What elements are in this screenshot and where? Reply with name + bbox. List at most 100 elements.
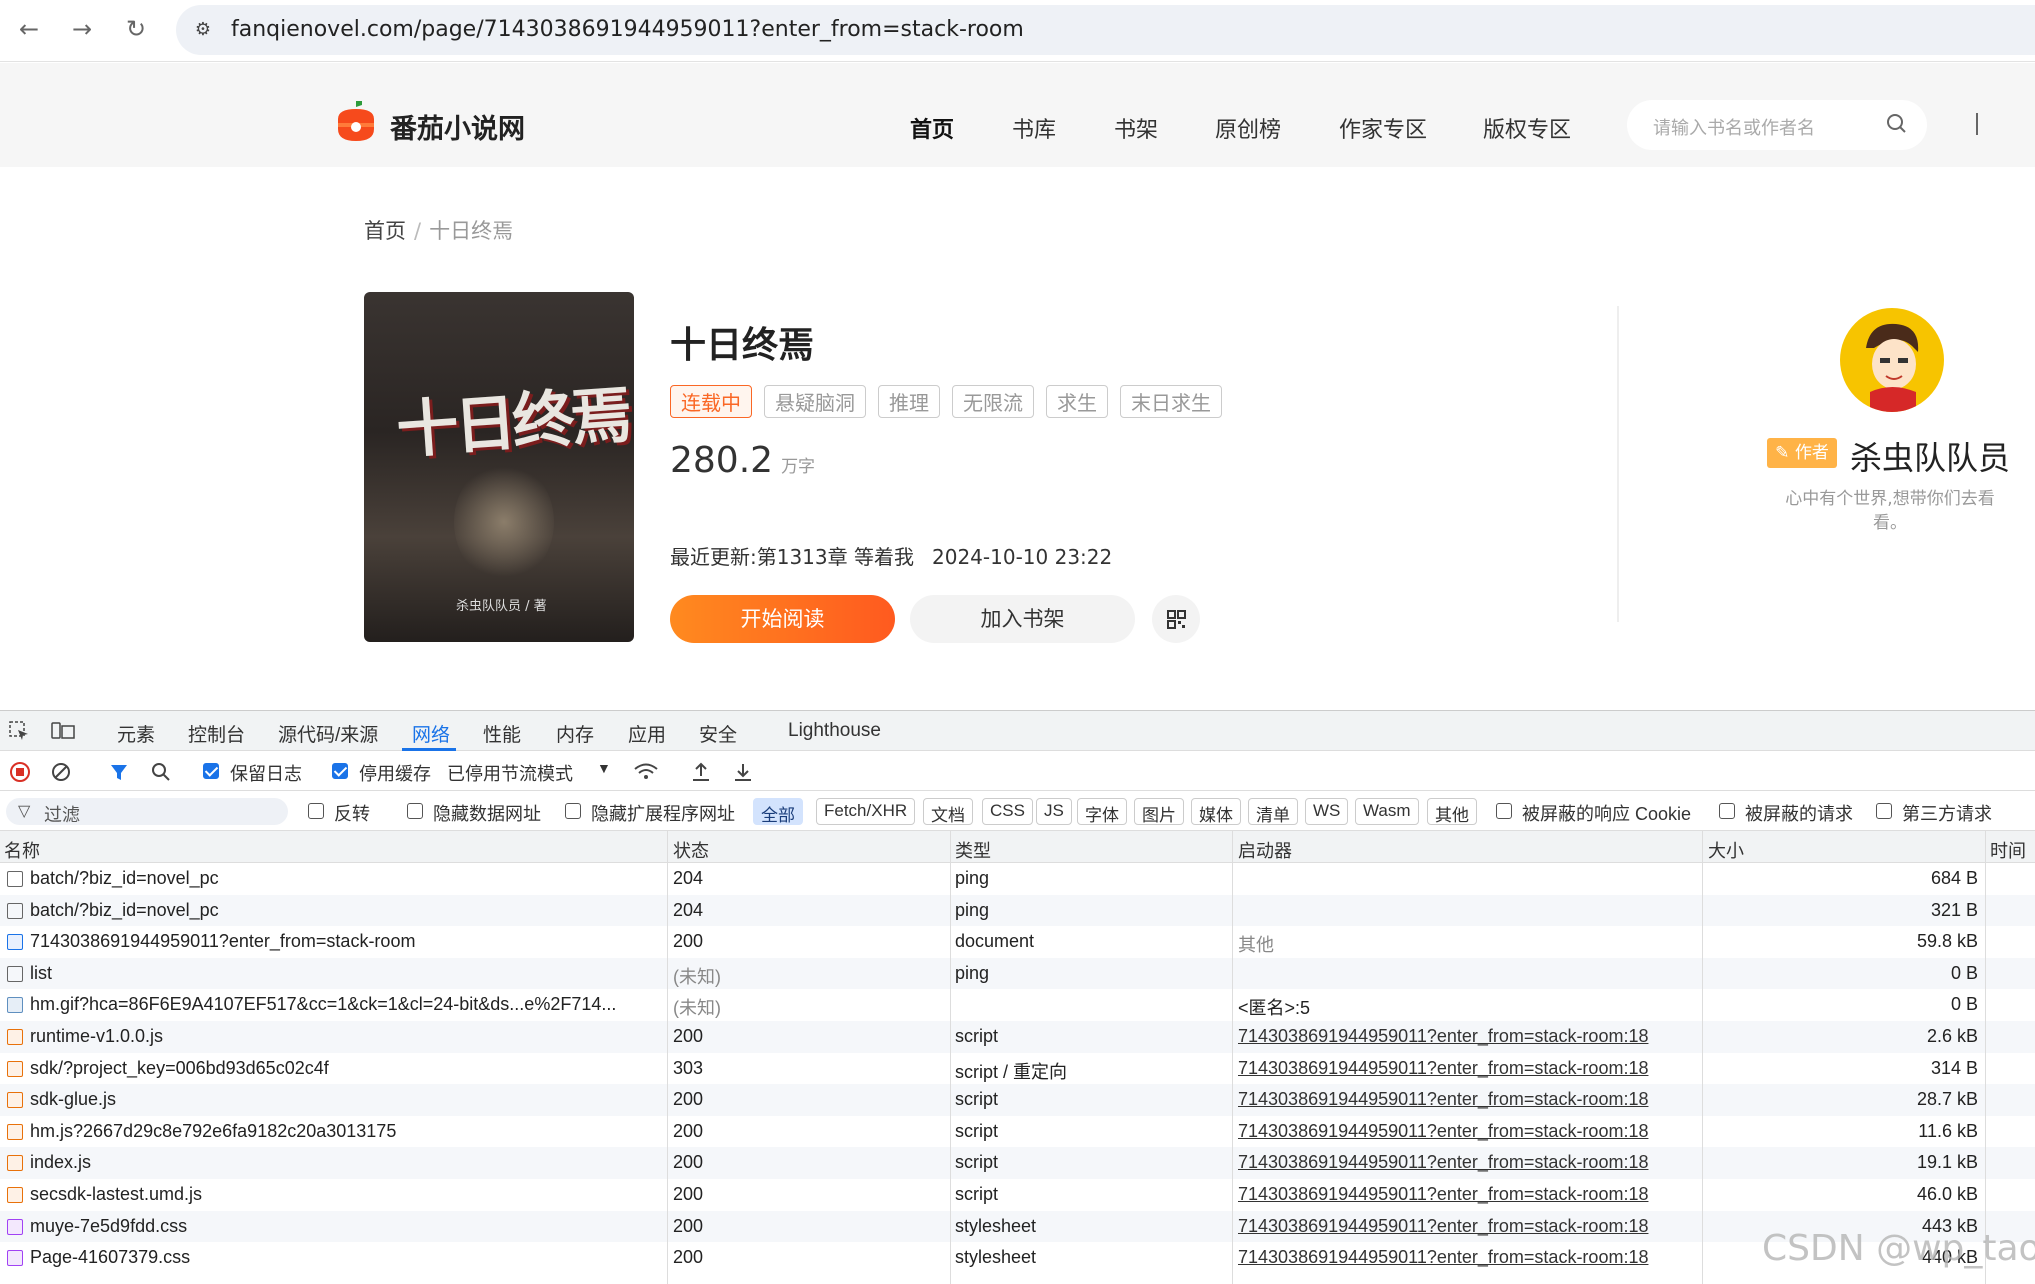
table-row[interactable]: muye-7e5d9fdd.css 200 stylesheet 7143038691…: [0, 1210, 2035, 1243]
device-toolbar-icon[interactable]: [50, 720, 76, 742]
tag-item[interactable]: 求生: [1046, 385, 1108, 418]
tag-item[interactable]: 无限流: [952, 385, 1034, 418]
type-filter-css[interactable]: CSS: [982, 798, 1033, 825]
tab-sources[interactable]: 源代码/来源: [278, 720, 378, 747]
type-filter-font[interactable]: 字体: [1077, 798, 1127, 825]
col-status[interactable]: 状态: [673, 837, 709, 863]
site-logo-text[interactable]: 番茄小说网: [390, 107, 525, 146]
tab-console[interactable]: 控制台: [188, 720, 245, 747]
type-filter-fetch[interactable]: Fetch/XHR: [816, 798, 916, 825]
tab-elements[interactable]: 元素: [117, 720, 155, 747]
type-filter-wasm[interactable]: Wasm: [1355, 798, 1419, 825]
blocked-cookies-checkbox[interactable]: [1496, 803, 1512, 819]
tag-item[interactable]: 推理: [878, 385, 940, 418]
table-row[interactable]: index.js 200 script 7143038691944959011?ent…: [0, 1147, 2035, 1179]
type-filter-ws[interactable]: WS: [1305, 798, 1349, 825]
tab-lighthouse[interactable]: Lighthouse: [788, 720, 881, 742]
tab-application[interactable]: 应用: [628, 720, 666, 747]
type-filter-manifest[interactable]: 清单: [1248, 798, 1298, 825]
type-filter-js[interactable]: JS: [1036, 798, 1072, 825]
request-size: 19.1 kB: [1916, 1152, 1978, 1173]
filter-icon[interactable]: [108, 761, 130, 783]
blocked-requests-checkbox[interactable]: [1719, 803, 1735, 819]
record-stop-icon[interactable]: [9, 761, 31, 783]
chevron-down-icon[interactable]: ▼: [597, 760, 611, 776]
col-name[interactable]: 名称: [4, 837, 40, 863]
network-conditions-icon[interactable]: [633, 761, 659, 783]
tab-performance[interactable]: 性能: [483, 720, 521, 747]
nav-writer-zone[interactable]: 作家专区: [1339, 112, 1427, 144]
nav-library[interactable]: 书库: [1012, 112, 1056, 144]
hide-data-urls-checkbox[interactable]: [407, 803, 423, 819]
table-row[interactable]: batch/?biz_id=novel_pc 204 ping 684 B: [0, 863, 2035, 895]
import-har-icon[interactable]: [690, 761, 712, 783]
preserve-log-checkbox[interactable]: [203, 763, 219, 779]
author-avatar[interactable]: [1840, 308, 1944, 412]
request-name: muye-7e5d9fdd.css: [30, 1215, 188, 1236]
nav-home[interactable]: 首页: [910, 112, 954, 144]
breadcrumb-home[interactable]: 首页: [364, 219, 406, 243]
request-initiator[interactable]: 7143038691944959011?enter_from=stack-roo…: [1238, 1184, 1698, 1205]
table-row[interactable]: sdk-glue.js 200 script 7143038691944959011?…: [0, 1084, 2035, 1116]
tag-item[interactable]: 悬疑脑洞: [764, 385, 866, 418]
search-input[interactable]: 请输入书名或作者名: [1627, 100, 1927, 150]
request-initiator[interactable]: 7143038691944959011?enter_from=stack-roo…: [1238, 1247, 1698, 1268]
table-row[interactable]: list (未知) ping 0 B: [0, 957, 2035, 990]
url-field[interactable]: ⚙ fanqienovel.com/page/71430386919449590…: [176, 5, 2035, 55]
site-info-icon[interactable]: ⚙: [190, 17, 216, 43]
tomato-logo-icon[interactable]: [334, 101, 378, 141]
clear-icon[interactable]: [50, 761, 72, 783]
table-row[interactable]: hm.js?2667d29c8e792e6fa9182c20a3013175 20…: [0, 1116, 2035, 1148]
last-update-chapter[interactable]: 最近更新:第1313章 等着我: [670, 545, 914, 569]
request-initiator[interactable]: 7143038691944959011?enter_from=stack-roo…: [1238, 1216, 1698, 1237]
invert-checkbox[interactable]: [308, 803, 324, 819]
disable-cache-checkbox[interactable]: [332, 763, 348, 779]
request-initiator[interactable]: 7143038691944959011?enter_from=stack-roo…: [1238, 1058, 1698, 1079]
forward-arrow-icon[interactable]: →: [67, 14, 97, 44]
nav-copyright-zone[interactable]: 版权专区: [1483, 112, 1571, 144]
table-row[interactable]: runtime-v1.0.0.js 200 script 71430386919449…: [0, 1021, 2035, 1053]
nav-bookshelf[interactable]: 书架: [1114, 112, 1158, 144]
qrcode-button[interactable]: [1152, 595, 1200, 643]
table-row[interactable]: hm.gif?hca=86F6E9A4107EF517&cc=1&ck=1&cl…: [0, 989, 2035, 1021]
table-row[interactable]: batch/?biz_id=novel_pc 204 ping 321 B: [0, 894, 2035, 927]
add-to-shelf-button[interactable]: 加入书架: [910, 595, 1135, 643]
table-row[interactable]: Page-41607379.css 200 stylesheet 7143038691…: [0, 1242, 2035, 1274]
type-filter-other[interactable]: 其他: [1427, 798, 1477, 825]
request-initiator[interactable]: 7143038691944959011?enter_from=stack-roo…: [1238, 1152, 1698, 1173]
tab-network[interactable]: 网络: [412, 720, 450, 747]
throttling-select[interactable]: 已停用节流模式: [447, 760, 573, 786]
reload-icon[interactable]: ↻: [121, 14, 151, 44]
table-row[interactable]: 7143038691944959011?enter_from=stack-roo…: [0, 926, 2035, 958]
tag-item[interactable]: 末日求生: [1120, 385, 1222, 418]
search-icon[interactable]: [150, 761, 172, 783]
request-initiator[interactable]: 7143038691944959011?enter_from=stack-roo…: [1238, 1026, 1698, 1047]
tab-memory[interactable]: 内存: [556, 720, 594, 747]
request-initiator[interactable]: 7143038691944959011?enter_from=stack-roo…: [1238, 1089, 1698, 1110]
inspect-element-icon[interactable]: [8, 720, 30, 742]
nav-original-ranking[interactable]: 原创榜: [1215, 112, 1281, 144]
search-icon[interactable]: [1885, 112, 1907, 134]
back-arrow-icon[interactable]: ←: [14, 14, 44, 44]
breadcrumb-separator: /: [414, 219, 422, 243]
col-initiator[interactable]: 启动器: [1238, 837, 1292, 863]
type-filter-media[interactable]: 媒体: [1191, 798, 1241, 825]
type-filter-doc[interactable]: 文档: [923, 798, 973, 825]
hide-ext-urls-checkbox[interactable]: [565, 803, 581, 819]
url-text[interactable]: fanqienovel.com/page/7143038691944959011…: [231, 17, 1024, 42]
col-size[interactable]: 大小: [1708, 837, 1744, 863]
book-cover[interactable]: 十日终焉 杀虫队队员 / 著: [364, 292, 634, 642]
third-party-checkbox[interactable]: [1876, 803, 1892, 819]
table-row[interactable]: sdk/?project_key=006bd93d65c02c4f 303 scri…: [0, 1053, 2035, 1085]
request-initiator[interactable]: 7143038691944959011?enter_from=stack-roo…: [1238, 1121, 1698, 1142]
table-row[interactable]: secsdk-lastest.umd.js 200 script 7143038691…: [0, 1179, 2035, 1211]
col-time[interactable]: 时间: [1990, 837, 2026, 863]
filter-input[interactable]: ▽ 过滤: [6, 798, 288, 825]
tab-security[interactable]: 安全: [699, 720, 737, 747]
author-name[interactable]: 杀虫队队员: [1850, 433, 2010, 479]
type-filter-all[interactable]: 全部: [753, 798, 803, 825]
col-type[interactable]: 类型: [955, 837, 991, 863]
export-har-icon[interactable]: [732, 761, 754, 783]
start-reading-button[interactable]: 开始阅读: [670, 595, 895, 643]
type-filter-img[interactable]: 图片: [1134, 798, 1184, 825]
